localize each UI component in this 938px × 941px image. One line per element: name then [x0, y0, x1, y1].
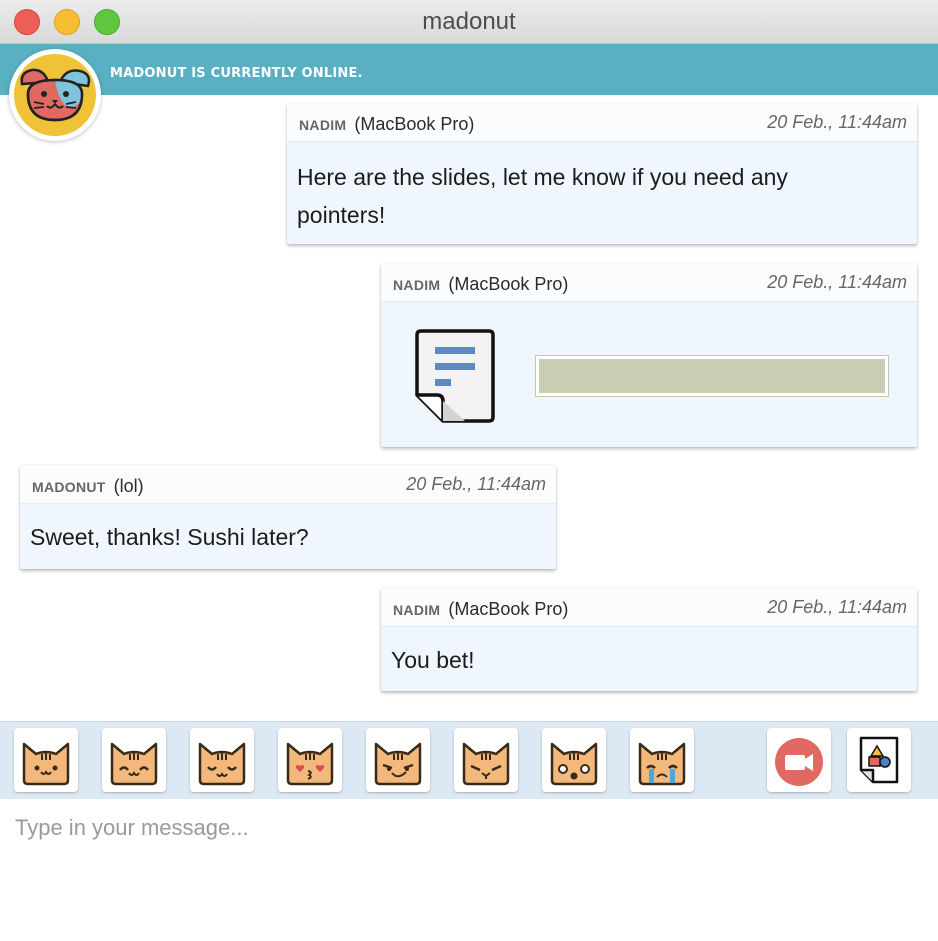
cat-angry-icon — [462, 742, 510, 786]
window-titlebar: madonut — [0, 0, 938, 44]
video-camera-icon — [775, 738, 823, 786]
cat-smirk-icon — [374, 742, 422, 786]
message-header: NADIM (MacBook Pro) 20 Feb., 11:44am — [381, 263, 917, 302]
message-timestamp: 20 Feb., 11:44am — [767, 597, 907, 617]
document-icon[interactable] — [415, 327, 497, 425]
bunny-avatar-icon — [20, 68, 91, 122]
emoji-button-smile[interactable] — [14, 728, 78, 792]
attachment-message-bubble: NADIM (MacBook Pro) 20 Feb., 11:44am — [381, 263, 917, 447]
sender-name: NADIM — [393, 602, 441, 618]
message-text: Sweet, thanks! Sushi later? — [30, 524, 309, 550]
sender-device: (MacBook Pro) — [448, 274, 569, 294]
window-title: madonut — [422, 8, 516, 35]
message-text: You bet! — [391, 647, 475, 673]
send-file-icon — [859, 736, 899, 784]
message-header: NADIM (MacBook Pro) 20 Feb., 11:44am — [381, 588, 917, 627]
emoji-button-content[interactable] — [190, 728, 254, 792]
online-status-banner: MADONUT IS CURRENTLY ONLINE. — [0, 44, 938, 95]
sender-name: NADIM — [393, 277, 441, 293]
cat-smile-icon — [22, 742, 70, 786]
emoji-button-surprised[interactable] — [542, 728, 606, 792]
message-header: MADONUT (lol) 20 Feb., 11:44am — [20, 465, 556, 504]
message-text: Here are the slides, let me know if you … — [297, 164, 788, 228]
cat-surprised-icon — [550, 742, 598, 786]
emoji-toolbar — [0, 721, 938, 800]
file-download-progress-fill — [539, 359, 885, 393]
sender-name: MADONUT — [32, 479, 106, 495]
emoji-button-angry[interactable] — [454, 728, 518, 792]
sender-device: (MacBook Pro) — [448, 599, 569, 619]
file-download-progress-bar[interactable] — [535, 355, 889, 397]
message-input[interactable] — [0, 799, 938, 941]
cat-kiss-icon — [286, 742, 334, 786]
message-timestamp: 20 Feb., 11:44am — [406, 474, 546, 494]
message-timestamp: 20 Feb., 11:44am — [767, 112, 907, 132]
cat-crying-icon — [638, 742, 686, 786]
message-header: NADIM (MacBook Pro) 20 Feb., 11:44am — [287, 103, 917, 142]
message-sender: NADIM (MacBook Pro) — [393, 599, 568, 620]
message-sender: NADIM (MacBook Pro) — [393, 274, 568, 295]
sender-name: NADIM — [299, 117, 347, 133]
emoji-button-kiss[interactable] — [278, 728, 342, 792]
emoji-button-crying[interactable] — [630, 728, 694, 792]
emoji-button-smirk[interactable] — [366, 728, 430, 792]
sender-device: (MacBook Pro) — [354, 114, 475, 134]
message-bubble: NADIM (MacBook Pro) 20 Feb., 11:44am You … — [381, 588, 917, 691]
online-status-text: MADONUT IS CURRENTLY ONLINE. — [110, 66, 363, 81]
cat-happy-icon — [110, 742, 158, 786]
sender-device: (lol) — [113, 476, 144, 496]
message-sender: MADONUT (lol) — [32, 476, 144, 497]
message-bubble: MADONUT (lol) 20 Feb., 11:44am Sweet, tha… — [20, 465, 556, 569]
send-file-button[interactable] — [847, 728, 911, 792]
emoji-button-happy[interactable] — [102, 728, 166, 792]
message-bubble: NADIM (MacBook Pro) 20 Feb., 11:44am Here… — [287, 103, 917, 244]
message-sender: NADIM (MacBook Pro) — [299, 114, 474, 135]
contact-avatar[interactable] — [9, 49, 101, 141]
cat-content-icon — [198, 742, 246, 786]
message-timestamp: 20 Feb., 11:44am — [767, 272, 907, 292]
video-call-button[interactable] — [767, 728, 831, 792]
